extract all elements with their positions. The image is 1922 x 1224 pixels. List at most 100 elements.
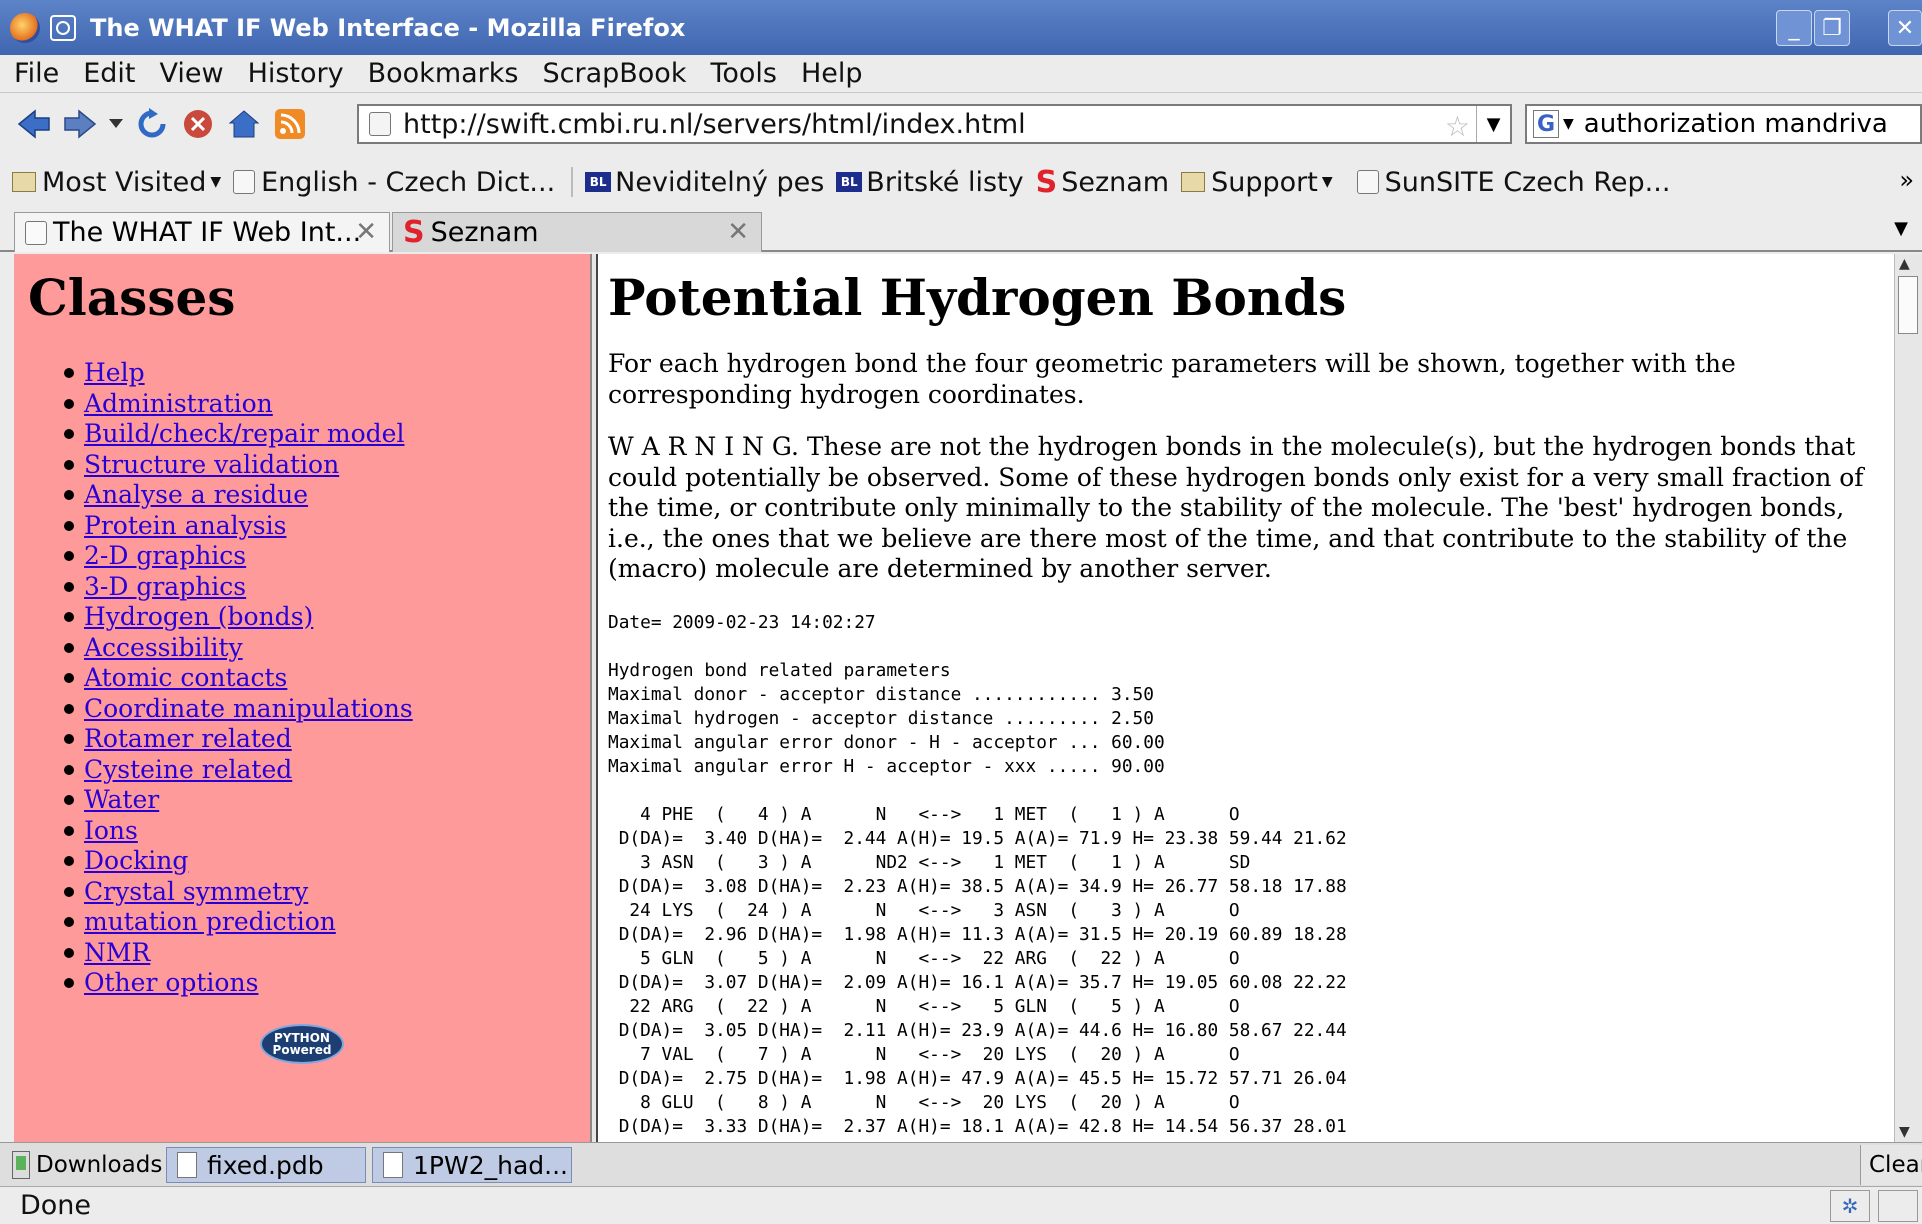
tab-seznam[interactable]: S Seznam ✕ [392, 212, 762, 252]
menu-bookmarks[interactable]: Bookmarks [354, 58, 529, 89]
network-status-icon[interactable]: ✲ [1830, 1190, 1870, 1222]
window-menu-icon[interactable] [50, 14, 76, 41]
downloads-bar: Downloads fixed.pdb 1PW2_had... Clear [0, 1142, 1922, 1186]
file-icon [383, 1152, 403, 1178]
clear-downloads-button[interactable]: Clear [1860, 1145, 1922, 1185]
bookmark-label: English - Czech Dict... [261, 166, 556, 198]
link-rotamer-related[interactable]: Rotamer related [84, 724, 292, 755]
link-structure-validation[interactable]: Structure validation [84, 450, 339, 481]
stop-icon[interactable] [178, 104, 218, 144]
menu-tools[interactable]: Tools [696, 58, 787, 89]
link-mutation-prediction[interactable]: mutation prediction [84, 907, 336, 938]
hbond-line: D(DA)= 3.33 D(HA)= 2.37 A(H)= 18.1 A(A)=… [608, 1115, 1347, 1137]
link-ions[interactable]: Ions [84, 816, 138, 847]
download-item[interactable]: fixed.pdb [166, 1147, 366, 1183]
frame-divider[interactable] [590, 254, 598, 1142]
hbond-list: 4 PHE ( 4 ) A N <--> 1 MET ( 1 ) A O D(D… [608, 803, 1894, 1139]
forward-icon[interactable] [60, 104, 100, 144]
link-nmr[interactable]: NMR [84, 938, 150, 969]
list-item: Water [64, 785, 413, 816]
bookmark-sunsite[interactable]: SunSITE Czech Rep... [1356, 167, 1670, 198]
bookmark-most-visited[interactable]: Most Visited ▼ [12, 167, 221, 198]
hbond-line: D(DA)= 3.05 D(HA)= 2.11 A(H)= 23.9 A(A)=… [608, 1019, 1347, 1041]
back-icon[interactable] [14, 104, 54, 144]
bookmarks-overflow-icon[interactable]: » [1899, 166, 1914, 194]
link-atomic-contacts[interactable]: Atomic contacts [84, 663, 287, 694]
link-analyse-residue[interactable]: Analyse a residue [84, 480, 308, 511]
tab-label: The WHAT IF Web Int... [53, 217, 362, 248]
download-item[interactable]: 1PW2_had... [372, 1147, 572, 1183]
classes-list: Help Administration Build/check/repair m… [64, 358, 413, 999]
tab-list-dropdown-icon[interactable]: ▼ [1894, 218, 1908, 239]
downloads-label: Downloads [36, 1151, 163, 1178]
date-line: Date= 2009-02-23 14:02:27 [608, 611, 876, 633]
firefox-icon [10, 12, 40, 43]
link-administration[interactable]: Administration [84, 389, 273, 420]
bookmark-english-czech-dict[interactable]: English - Czech Dict... [233, 167, 555, 198]
status-panel-icon[interactable] [1878, 1190, 1918, 1222]
bookmark-star-icon[interactable]: ☆ [1445, 110, 1470, 143]
link-cysteine-related[interactable]: Cysteine related [84, 755, 292, 786]
search-bar[interactable]: G ▼ authorization mandriva [1525, 104, 1922, 144]
link-build-check-repair[interactable]: Build/check/repair model [84, 419, 404, 450]
link-2d-graphics[interactable]: 2-D graphics [84, 541, 246, 572]
bookmark-support[interactable]: Support ▼ [1181, 167, 1333, 198]
seznam-icon: S [1035, 164, 1058, 200]
link-protein-analysis[interactable]: Protein analysis [84, 511, 286, 542]
link-coordinate-manipulations[interactable]: Coordinate manipulations [84, 694, 413, 725]
downloads-button[interactable]: Downloads [12, 1150, 163, 1179]
minimize-button[interactable]: _ [1776, 10, 1812, 46]
bookmark-neviditelny-pes[interactable]: BL Neviditelný pes [585, 167, 824, 198]
list-item: Other options [64, 968, 413, 999]
bookmark-seznam[interactable]: S Seznam [1036, 165, 1170, 200]
search-engine-dropdown-icon[interactable]: ▼ [1563, 116, 1574, 132]
hbond-line: D(DA)= 3.07 D(HA)= 2.09 A(H)= 16.1 A(A)=… [608, 971, 1347, 993]
link-3d-graphics[interactable]: 3-D graphics [84, 572, 246, 603]
link-other-options[interactable]: Other options [84, 968, 258, 999]
link-hydrogen-bonds[interactable]: Hydrogen (bonds) [84, 602, 313, 633]
hbond-line: 5 GLN ( 5 ) A N <--> 22 ARG ( 22 ) A O [608, 947, 1240, 969]
close-tab-icon[interactable]: ✕ [355, 217, 377, 247]
home-icon[interactable] [224, 104, 264, 144]
menu-scrapbook[interactable]: ScrapBook [528, 58, 696, 89]
link-accessibility[interactable]: Accessibility [84, 633, 243, 664]
close-tab-icon[interactable]: ✕ [727, 217, 749, 247]
bookmark-label: Most Visited [42, 166, 207, 198]
history-dropdown-icon[interactable] [106, 104, 126, 144]
hbond-line: D(DA)= 3.08 D(HA)= 2.23 A(H)= 38.5 A(A)=… [608, 875, 1347, 897]
vertical-scrollbar[interactable]: ▲ ▼ [1894, 254, 1922, 1142]
close-button[interactable]: ✕ [1888, 10, 1922, 46]
hbond-line: 22 ARG ( 22 ) A N <--> 5 GLN ( 5 ) A O [608, 995, 1240, 1017]
url-dropdown-icon[interactable]: ▼ [1476, 106, 1510, 142]
maximize-button[interactable]: ❐ [1814, 10, 1850, 46]
search-input[interactable]: authorization mandriva [1584, 109, 1888, 139]
bookmark-britske-listy[interactable]: BL Britské listy [836, 167, 1024, 198]
menu-bar: File Edit View History Bookmarks ScrapBo… [0, 55, 1922, 93]
scroll-up-icon[interactable]: ▲ [1899, 256, 1910, 272]
folder-icon [12, 172, 36, 192]
tab-what-if[interactable]: The WHAT IF Web Int... ✕ [14, 212, 390, 252]
download-item-label: 1PW2_had... [413, 1150, 568, 1180]
link-docking[interactable]: Docking [84, 846, 188, 877]
list-item: mutation prediction [64, 907, 413, 938]
python-powered-logo[interactable]: PYTHON Powered [260, 1024, 344, 1064]
url-bar[interactable]: http://swift.cmbi.ru.nl/servers/html/ind… [357, 104, 1512, 144]
list-item: Rotamer related [64, 724, 413, 755]
menu-view[interactable]: View [145, 58, 233, 89]
classes-title: Classes [28, 268, 236, 327]
menu-file[interactable]: File [0, 58, 69, 89]
url-text[interactable]: http://swift.cmbi.ru.nl/servers/html/ind… [403, 109, 1026, 140]
bookmark-label: Neviditelný pes [615, 166, 825, 198]
google-search-engine-icon[interactable]: G [1533, 110, 1559, 138]
link-crystal-symmetry[interactable]: Crystal symmetry [84, 877, 308, 908]
scroll-down-icon[interactable]: ▼ [1899, 1124, 1910, 1140]
list-item: Help [64, 358, 413, 389]
menu-history[interactable]: History [234, 58, 354, 89]
reload-icon[interactable] [132, 104, 172, 144]
menu-edit[interactable]: Edit [69, 58, 145, 89]
menu-help[interactable]: Help [787, 58, 873, 89]
link-water[interactable]: Water [84, 785, 159, 816]
rss-icon[interactable] [270, 104, 310, 144]
link-help[interactable]: Help [84, 358, 145, 389]
scrollbar-thumb[interactable] [1898, 276, 1918, 334]
